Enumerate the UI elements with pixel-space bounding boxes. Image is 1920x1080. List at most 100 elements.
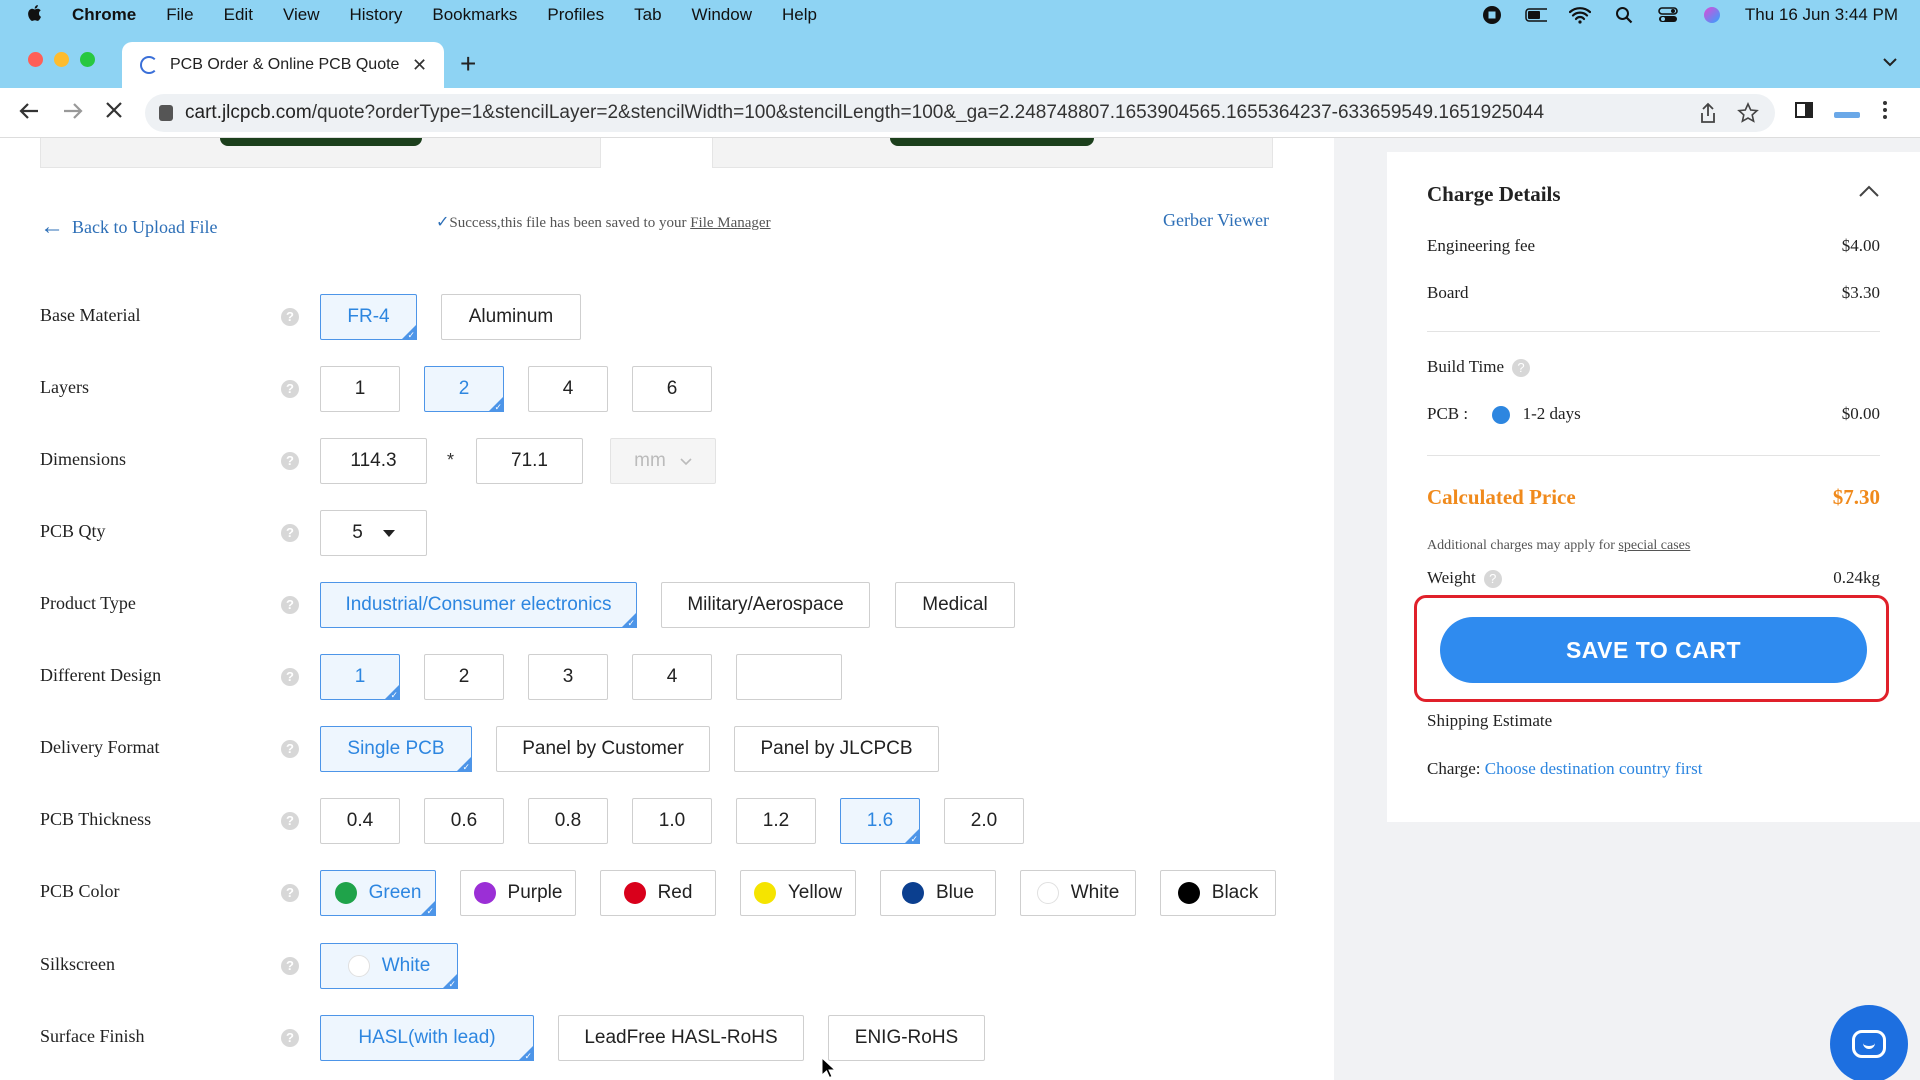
chevron-up-icon[interactable] (1858, 178, 1880, 204)
menu-history[interactable]: History (349, 5, 402, 25)
color-green[interactable]: Green (320, 870, 436, 917)
lock-icon[interactable] (159, 105, 173, 121)
menu-chrome[interactable]: Chrome (72, 5, 136, 25)
different-design-custom-input[interactable] (736, 654, 842, 700)
product-type-military[interactable]: Military/Aerospace (661, 582, 870, 628)
menu-bookmarks[interactable]: Bookmarks (432, 5, 517, 25)
color-red[interactable]: Red (600, 870, 716, 916)
thickness-1-6[interactable]: 1.6 (840, 798, 920, 845)
silkscreen-help-icon[interactable]: ? (281, 957, 299, 975)
base-material-label: Base Material (40, 305, 141, 325)
chrome-menu-icon[interactable] (1882, 100, 1888, 126)
screen-record-icon[interactable] (1481, 6, 1503, 24)
menu-tab[interactable]: Tab (634, 5, 661, 25)
save-to-cart-button[interactable]: SAVE TO CART (1440, 617, 1867, 683)
dimension-height-input[interactable]: 71.1 (476, 438, 583, 484)
dimensions-help-icon[interactable]: ? (281, 452, 299, 470)
pcb-thickness-help-icon[interactable]: ? (281, 812, 299, 830)
silkscreen-white[interactable]: White (320, 943, 458, 990)
chevron-down-icon (680, 453, 692, 469)
file-manager-link[interactable]: File Manager (690, 215, 770, 231)
color-blue[interactable]: Blue (880, 870, 996, 916)
color-white[interactable]: White (1020, 870, 1136, 916)
base-material-fr4[interactable]: FR-4 (320, 294, 417, 341)
menu-profiles[interactable]: Profiles (547, 5, 604, 25)
menu-edit[interactable]: Edit (224, 5, 253, 25)
product-type-medical[interactable]: Medical (895, 582, 1015, 628)
pcb-color-help-icon[interactable]: ? (281, 884, 299, 902)
dimension-unit-select[interactable]: mm (610, 438, 716, 484)
live-chat-button[interactable] (1830, 1005, 1908, 1080)
different-design-help-icon[interactable]: ? (281, 668, 299, 686)
different-design-1[interactable]: 1 (320, 654, 400, 701)
spotlight-search-icon[interactable] (1613, 6, 1635, 24)
delivery-panel-by-jlcpcb[interactable]: Panel by JLCPCB (734, 726, 939, 772)
base-material-aluminum[interactable]: Aluminum (441, 294, 581, 340)
thickness-1-2[interactable]: 1.2 (736, 798, 816, 844)
product-type-industrial[interactable]: Industrial/Consumer electronics (320, 582, 637, 629)
pcb-qty-help-icon[interactable]: ? (281, 524, 299, 542)
menu-window[interactable]: Window (692, 5, 752, 25)
back-to-upload-link[interactable]: ← Back to Upload File (40, 214, 217, 241)
different-design-2[interactable]: 2 (424, 654, 504, 700)
choose-destination-link[interactable]: Choose destination country first (1485, 759, 1703, 778)
build-time-help-icon[interactable]: ? (1512, 359, 1531, 378)
new-tab-button[interactable]: + (460, 50, 476, 78)
build-time-radio[interactable] (1492, 406, 1511, 425)
thickness-0-4[interactable]: 0.4 (320, 798, 400, 844)
share-icon[interactable] (1699, 102, 1717, 130)
engineering-fee-value: $4.00 (1841, 236, 1880, 255)
surface-finish-help-icon[interactable]: ? (281, 1029, 299, 1047)
tab-close-icon[interactable]: ✕ (412, 55, 427, 76)
different-design-3[interactable]: 3 (528, 654, 608, 700)
color-purple[interactable]: Purple (460, 870, 576, 916)
thickness-2-0[interactable]: 2.0 (944, 798, 1024, 844)
color-black[interactable]: Black (1160, 870, 1276, 916)
wifi-icon[interactable] (1568, 6, 1591, 24)
thickness-0-8[interactable]: 0.8 (528, 798, 608, 844)
layers-4[interactable]: 4 (528, 366, 608, 412)
base-material-help-icon[interactable]: ? (281, 308, 299, 326)
siri-icon[interactable] (1701, 6, 1723, 24)
bookmark-star-icon[interactable] (1737, 102, 1759, 130)
dimension-width-input[interactable]: 114.3 (320, 438, 427, 484)
stop-loading-icon[interactable] (104, 100, 124, 126)
surface-enig-rohs[interactable]: ENIG-RoHS (828, 1015, 985, 1061)
address-bar[interactable]: cart.jlcpcb.com/quote?orderType=1&stenci… (145, 94, 1775, 132)
minimize-window-button[interactable] (54, 52, 69, 67)
product-type-help-icon[interactable]: ? (281, 596, 299, 614)
close-window-button[interactable] (28, 52, 43, 67)
layers-help-icon[interactable]: ? (281, 380, 299, 398)
browser-tab[interactable]: PCB Order & Online PCB Quote ✕ (122, 42, 444, 88)
pcb-qty-select[interactable]: 5 (320, 510, 427, 556)
control-center-icon[interactable] (1657, 6, 1679, 24)
thickness-1-0[interactable]: 1.0 (632, 798, 712, 844)
zoom-window-button[interactable] (80, 52, 95, 67)
surface-hasl-with-lead[interactable]: HASL(with lead) (320, 1015, 534, 1062)
thickness-0-6[interactable]: 0.6 (424, 798, 504, 844)
delivery-single-pcb[interactable]: Single PCB (320, 726, 472, 773)
menu-file[interactable]: File (166, 5, 193, 25)
delivery-format-help-icon[interactable]: ? (281, 740, 299, 758)
extension-icon[interactable] (1834, 104, 1860, 127)
clock[interactable]: Thu 16 Jun 3:44 PM (1745, 5, 1898, 25)
layers-1[interactable]: 1 (320, 366, 400, 412)
menu-help[interactable]: Help (782, 5, 817, 25)
surface-leadfree-hasl[interactable]: LeadFree HASL-RoHS (558, 1015, 804, 1061)
weight-value: 0.24kg (1833, 568, 1880, 587)
battery-icon[interactable] (1525, 6, 1547, 24)
gerber-viewer-link[interactable]: Gerber Viewer (1163, 210, 1269, 231)
forward-icon[interactable] (62, 100, 84, 128)
special-cases-link[interactable]: special cases (1618, 538, 1690, 553)
weight-help-icon[interactable]: ? (1483, 570, 1502, 589)
layers-2[interactable]: 2 (424, 366, 504, 413)
menu-view[interactable]: View (283, 5, 320, 25)
tab-search-icon[interactable] (1882, 54, 1898, 72)
back-icon[interactable] (18, 100, 40, 128)
color-yellow[interactable]: Yellow (740, 870, 856, 916)
different-design-4[interactable]: 4 (632, 654, 712, 700)
delivery-panel-by-customer[interactable]: Panel by Customer (496, 726, 710, 772)
apple-menu-icon[interactable] (26, 3, 48, 28)
side-panel-icon[interactable] (1794, 100, 1814, 126)
layers-6[interactable]: 6 (632, 366, 712, 412)
